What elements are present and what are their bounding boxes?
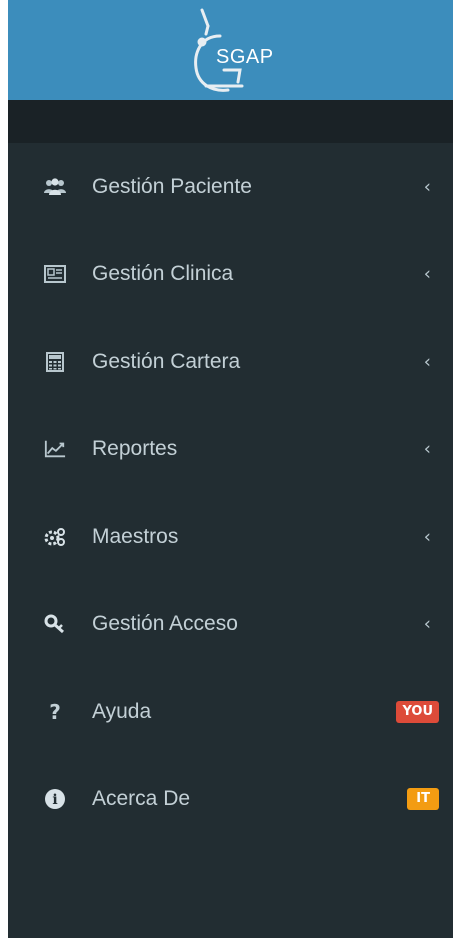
menu-label: Maestros bbox=[92, 524, 179, 548]
menu-label: Gestión Acceso bbox=[92, 612, 238, 636]
line-chart-icon bbox=[44, 438, 66, 460]
menu-item-reportes[interactable]: Reportes ‹ bbox=[8, 406, 453, 494]
sidebar: SGAP Gestión Paciente ‹ Gestión Clinica … bbox=[8, 0, 453, 938]
question-icon: ? bbox=[49, 699, 61, 724]
menu-label: Gestión Clinica bbox=[92, 262, 234, 286]
menu-item-ayuda[interactable]: ? Ayuda YOU bbox=[8, 668, 453, 756]
chevron-left-icon: ‹ bbox=[423, 351, 431, 373]
menu-item-gestion-acceso[interactable]: Gestión Acceso ‹ bbox=[8, 581, 453, 669]
menu-label: Reportes bbox=[92, 437, 178, 461]
chevron-left-icon: ‹ bbox=[423, 526, 431, 548]
sidebar-subbar bbox=[8, 100, 453, 143]
menu-item-gestion-paciente[interactable]: Gestión Paciente ‹ bbox=[8, 143, 453, 231]
menu-item-gestion-clinica[interactable]: Gestión Clinica ‹ bbox=[8, 231, 453, 319]
brand-header: SGAP bbox=[8, 0, 453, 100]
calculator-icon bbox=[44, 351, 66, 373]
sidebar-menu: Gestión Paciente ‹ Gestión Clinica ‹ Ges… bbox=[8, 143, 453, 843]
chevron-left-icon: ‹ bbox=[423, 263, 431, 285]
app-logo[interactable]: SGAP bbox=[180, 6, 290, 98]
gears-icon bbox=[44, 526, 66, 548]
id-card-icon bbox=[44, 263, 66, 285]
menu-item-acerca-de[interactable]: i Acerca De IT bbox=[8, 756, 453, 844]
badge: YOU bbox=[396, 700, 439, 723]
menu-label: Acerca De bbox=[92, 787, 191, 811]
menu-label: Ayuda bbox=[92, 699, 152, 723]
svg-text:i: i bbox=[52, 792, 57, 808]
chevron-left-icon: ‹ bbox=[423, 176, 431, 198]
chevron-left-icon: ‹ bbox=[423, 613, 431, 635]
menu-item-maestros[interactable]: Maestros ‹ bbox=[8, 493, 453, 581]
info-circle-icon: i bbox=[44, 788, 66, 810]
badge: IT bbox=[407, 788, 439, 811]
key-icon bbox=[44, 613, 66, 635]
users-icon bbox=[44, 176, 66, 198]
menu-label: Gestión Cartera bbox=[92, 349, 241, 373]
logo-text: SGAP bbox=[216, 46, 274, 68]
menu-item-gestion-cartera[interactable]: Gestión Cartera ‹ bbox=[8, 318, 453, 406]
menu-label: Gestión Paciente bbox=[92, 174, 252, 198]
chevron-left-icon: ‹ bbox=[423, 438, 431, 460]
